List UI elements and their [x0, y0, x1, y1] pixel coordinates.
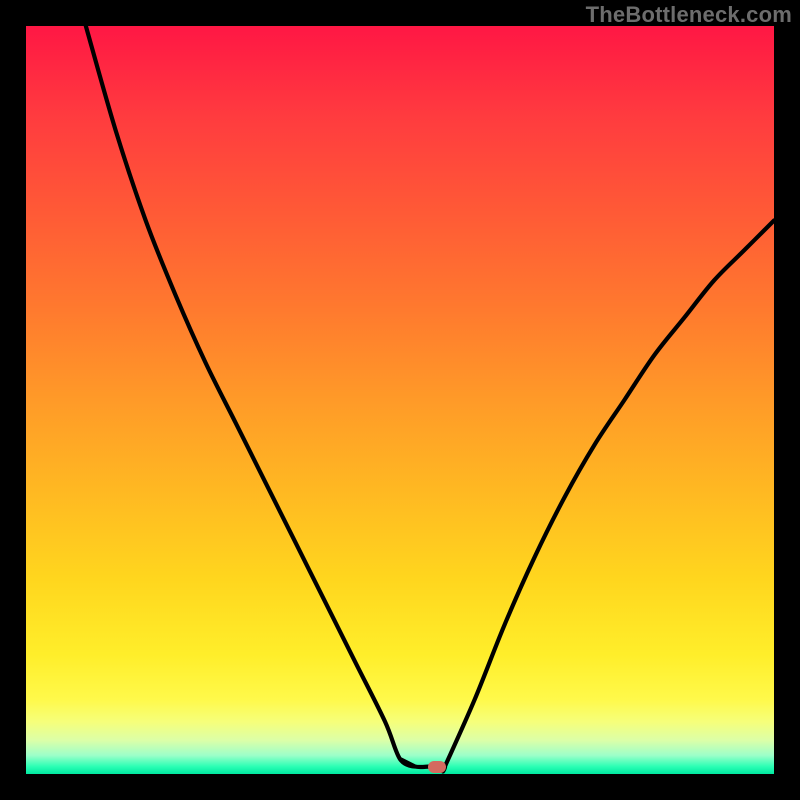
optimum-marker — [428, 761, 446, 773]
watermark-text: TheBottleneck.com — [586, 2, 792, 28]
chart-frame: TheBottleneck.com — [0, 0, 800, 800]
bottleneck-curve — [86, 26, 774, 772]
plot-area — [26, 26, 774, 774]
curve-svg — [26, 26, 774, 774]
